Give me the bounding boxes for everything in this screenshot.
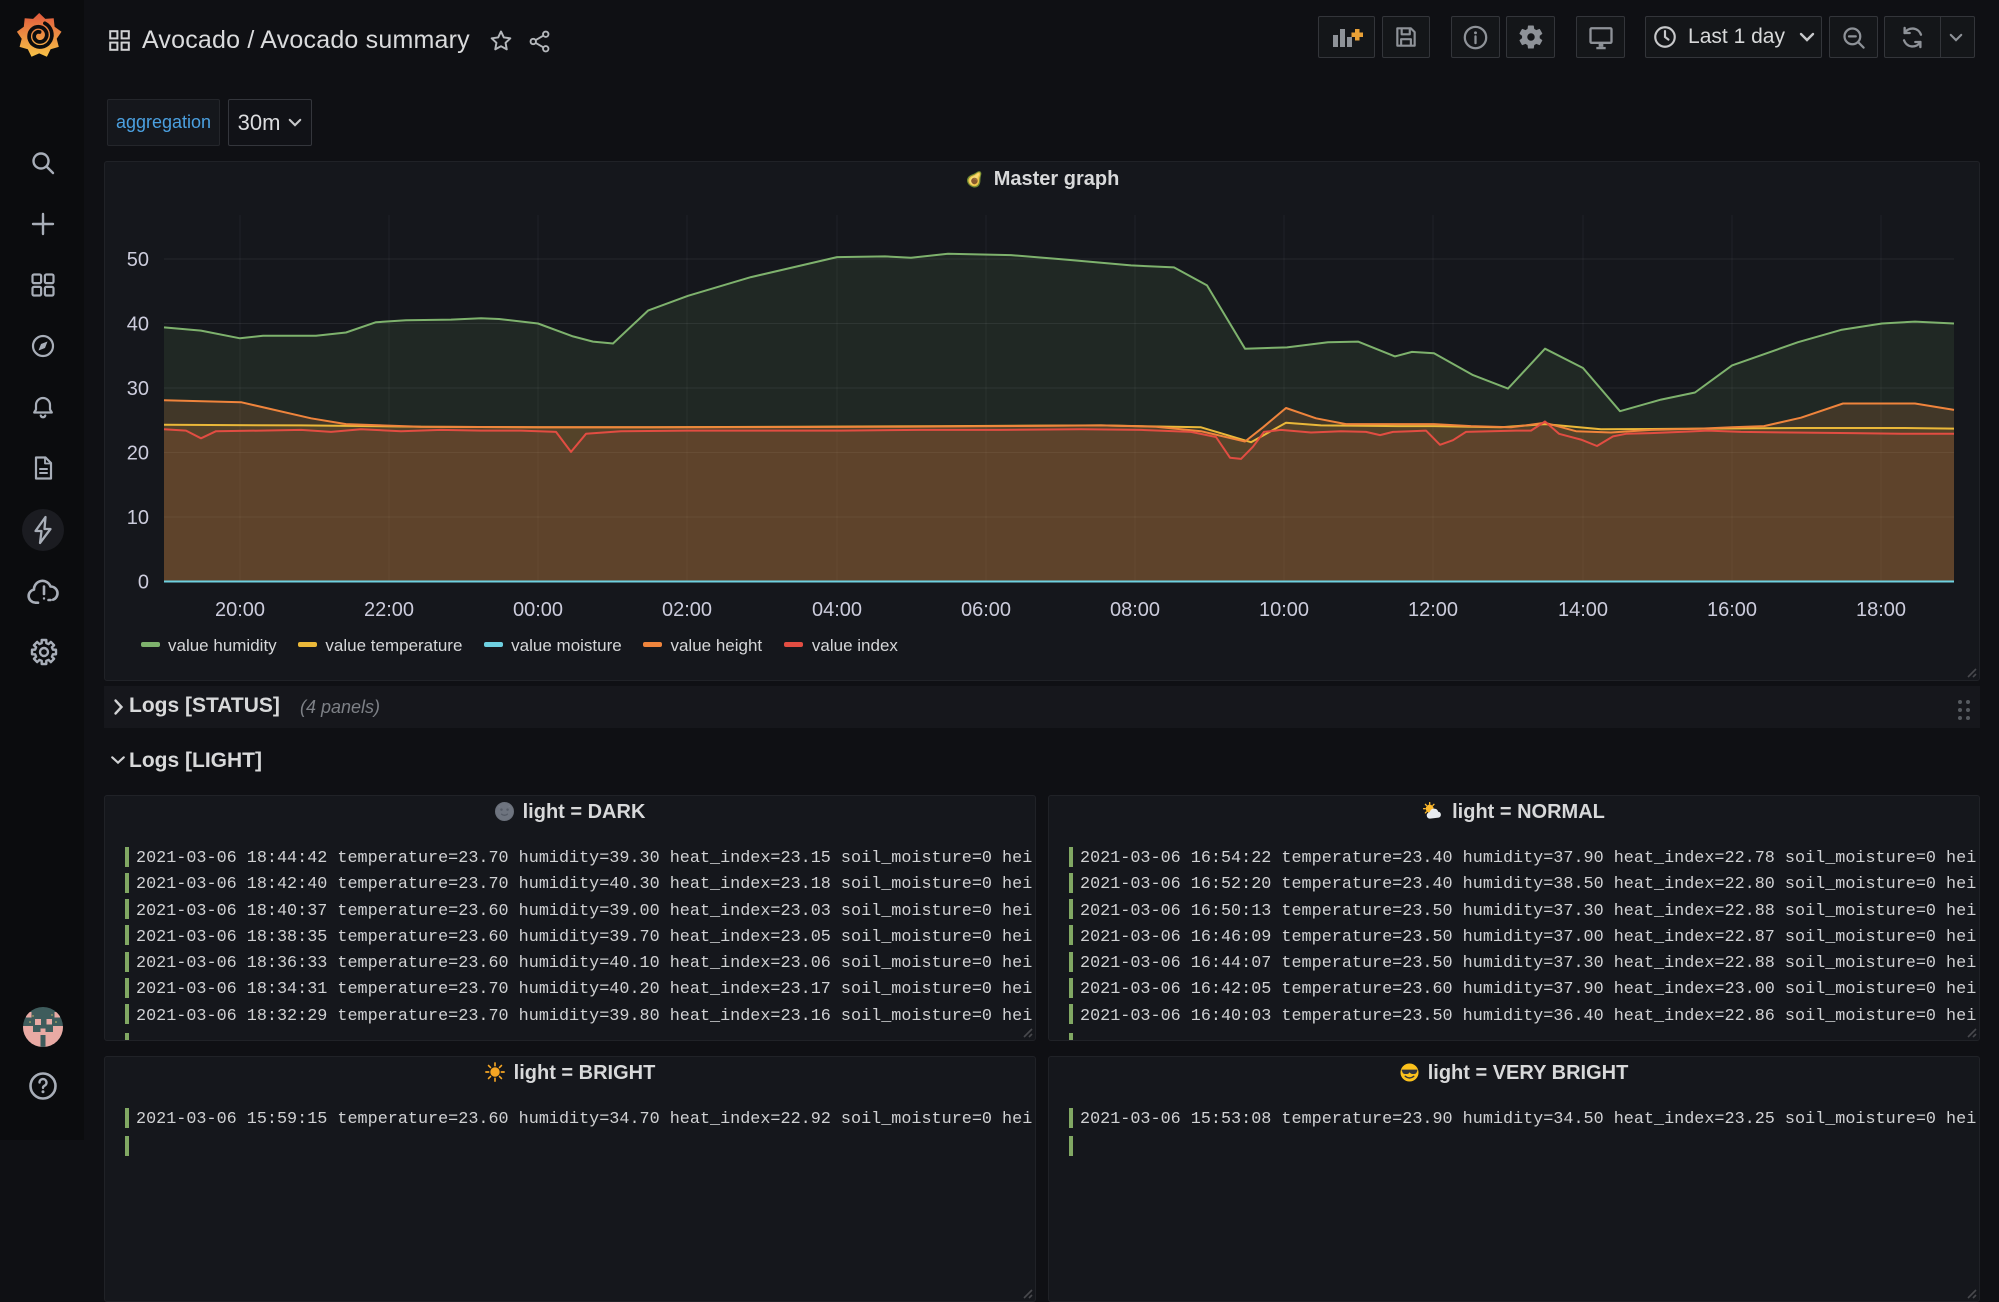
svg-text:04:00: 04:00 <box>812 599 862 621</box>
svg-text:20: 20 <box>127 443 149 465</box>
svg-text:18:00: 18:00 <box>1856 599 1906 621</box>
svg-text:40: 40 <box>127 314 149 336</box>
svg-text:16:00: 16:00 <box>1707 599 1757 621</box>
svg-text:08:00: 08:00 <box>1110 599 1160 621</box>
svg-text:02:00: 02:00 <box>662 599 712 621</box>
svg-text:10:00: 10:00 <box>1259 599 1309 621</box>
svg-text:30: 30 <box>127 378 149 400</box>
svg-text:0: 0 <box>138 572 149 594</box>
svg-text:22:00: 22:00 <box>364 599 414 621</box>
svg-text:14:00: 14:00 <box>1558 599 1608 621</box>
svg-text:06:00: 06:00 <box>961 599 1011 621</box>
svg-text:12:00: 12:00 <box>1408 599 1458 621</box>
svg-text:20:00: 20:00 <box>215 599 265 621</box>
svg-text:50: 50 <box>127 249 149 271</box>
svg-text:00:00: 00:00 <box>513 599 563 621</box>
svg-text:10: 10 <box>127 507 149 529</box>
